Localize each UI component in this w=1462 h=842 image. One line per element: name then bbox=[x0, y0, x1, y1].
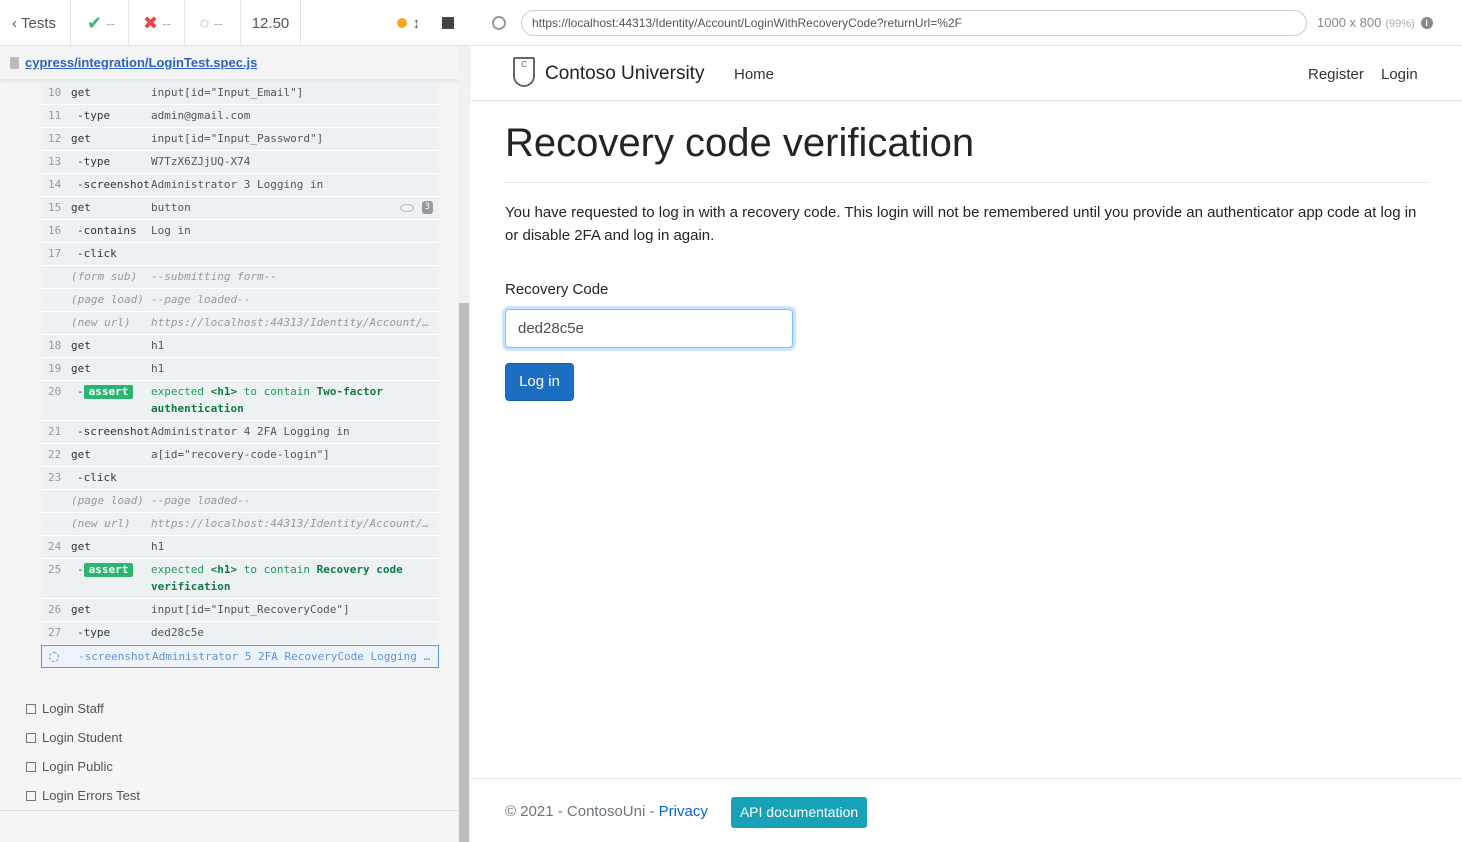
duration: 12.50 bbox=[241, 0, 301, 46]
runner-controls: ↕ bbox=[301, 0, 470, 46]
privacy-link[interactable]: Privacy bbox=[659, 803, 708, 820]
info-paragraph: You have requested to log in with a reco… bbox=[505, 204, 1417, 244]
check-icon: ✔ bbox=[87, 12, 103, 33]
runner-header: ‹ Tests ✔ -- ✖ -- ○ -- 12.50 ↕ bbox=[0, 0, 470, 46]
test-item-login-student[interactable]: Login Student bbox=[0, 723, 458, 752]
cypress-runner-panel: ‹ Tests ✔ -- ✖ -- ○ -- 12.50 ↕ cypress/i… bbox=[0, 0, 470, 842]
element-count-badge: 3 bbox=[421, 201, 433, 214]
spec-file-bar: cypress/integration/LoginTest.spec.js bbox=[0, 46, 470, 80]
failed-count: ✖ -- bbox=[129, 0, 185, 46]
assert-row[interactable]: 20- assert expected <h1> to contain Two-fa… bbox=[41, 381, 439, 421]
event-row[interactable]: (new url) https://localhost:44313/Identit… bbox=[41, 312, 439, 335]
command-row-meta: 3 bbox=[399, 201, 439, 214]
command-row[interactable]: 18 get h1 bbox=[41, 335, 439, 358]
pending-circle-icon: ○ bbox=[199, 12, 210, 33]
page-title: Recovery code verification bbox=[505, 121, 975, 165]
runner-footer bbox=[0, 810, 458, 842]
command-log: 10 get input[id="Input_Email"] 11 -type admi… bbox=[41, 82, 439, 668]
site-navbar: C Contoso University Home Register Login bbox=[471, 47, 1462, 101]
divider bbox=[505, 182, 1427, 183]
command-row[interactable]: 26 get input[id="Input_RecoveryCode"] bbox=[41, 599, 439, 622]
recovery-code-input[interactable] bbox=[505, 309, 793, 348]
test-item-login-staff[interactable]: Login Staff bbox=[0, 694, 458, 723]
auto-scroll-toggle[interactable]: ↕ bbox=[396, 14, 421, 32]
app-under-test: C Contoso University Home Register Login… bbox=[471, 47, 1462, 842]
checkbox-icon bbox=[26, 703, 36, 714]
nav-home-link[interactable]: Home bbox=[734, 66, 774, 83]
command-row[interactable]: 10 get input[id="Input_Email"] bbox=[41, 82, 439, 105]
command-row[interactable]: 14 -screenshot Administrator 3 Logging in bbox=[41, 174, 439, 197]
aut-header: https://localhost:44313/Identity/Account… bbox=[470, 0, 1462, 46]
file-icon bbox=[10, 56, 19, 69]
test-list: Login Staff Login Student Login Public L… bbox=[0, 694, 458, 810]
updown-arrow-icon: ↕ bbox=[412, 14, 421, 32]
command-row[interactable]: 21 -screenshot Administrator 4 2FA Logging… bbox=[41, 421, 439, 444]
checkbox-icon bbox=[26, 790, 36, 801]
url-bar[interactable]: https://localhost:44313/Identity/Account… bbox=[521, 9, 1307, 36]
command-row[interactable]: 27 -type ded28c5e bbox=[41, 622, 439, 645]
event-row[interactable]: (page load) --page loaded-- bbox=[41, 289, 439, 312]
selector-playground-icon[interactable] bbox=[492, 15, 506, 30]
checkbox-icon bbox=[26, 732, 36, 743]
test-item-login-errors[interactable]: Login Errors Test bbox=[0, 781, 458, 810]
info-icon[interactable]: i bbox=[1420, 16, 1433, 29]
command-row[interactable]: 11 -type admin@gmail.com bbox=[41, 105, 439, 128]
command-row[interactable]: 23 -click bbox=[41, 467, 439, 490]
site-footer: © 2021 - ContosoUni - Privacy API docume… bbox=[471, 778, 1462, 842]
footer-text: © 2021 - ContosoUni - Privacy bbox=[505, 803, 708, 820]
assert-badge: assert bbox=[83, 563, 134, 577]
command-row[interactable]: 16 -contains Log in bbox=[41, 220, 439, 243]
api-documentation-button[interactable]: API documentation bbox=[731, 797, 867, 828]
recovery-code-label: Recovery Code bbox=[505, 281, 609, 298]
command-row[interactable]: 15 get button 3 bbox=[41, 197, 439, 220]
tests-back-button[interactable]: ‹ Tests bbox=[0, 0, 71, 46]
command-row[interactable]: 17 -click bbox=[41, 243, 439, 266]
chevron-left-icon: ‹ bbox=[12, 14, 17, 32]
assert-badge: assert bbox=[83, 385, 134, 399]
assert-row[interactable]: 25- assert expected <h1> to contain Recove… bbox=[41, 559, 439, 599]
command-row-active[interactable]: -screenshot Administrator 5 2FA RecoveryC… bbox=[41, 645, 439, 668]
nav-login-link[interactable]: Login bbox=[1381, 66, 1418, 83]
event-row[interactable]: (page load) --page loaded-- bbox=[41, 490, 439, 513]
eye-slash-icon bbox=[399, 203, 414, 212]
passed-count: ✔ -- bbox=[71, 0, 129, 46]
spec-file-link[interactable]: cypress/integration/LoginTest.spec.js bbox=[25, 55, 257, 70]
stop-button[interactable] bbox=[442, 17, 454, 29]
university-crest-icon[interactable]: C bbox=[513, 57, 535, 87]
checkbox-icon bbox=[26, 761, 36, 772]
status-dot-icon bbox=[396, 18, 407, 28]
scrollbar-thumb[interactable] bbox=[459, 303, 469, 842]
tests-label: Tests bbox=[21, 14, 57, 32]
test-item-login-public[interactable]: Login Public bbox=[0, 752, 458, 781]
event-row[interactable]: (form sub) --submitting form-- bbox=[41, 266, 439, 289]
viewport-size: 1000 x 800 (99%) bbox=[1317, 15, 1415, 30]
pending-count: ○ -- bbox=[185, 0, 241, 46]
command-row[interactable]: 13 -type W7TzX6ZJjUQ-X74 bbox=[41, 151, 439, 174]
command-row[interactable]: 22 get a[id="recovery-code-login"] bbox=[41, 444, 439, 467]
nav-register-link[interactable]: Register bbox=[1308, 66, 1364, 83]
brand-link[interactable]: Contoso University bbox=[545, 63, 704, 85]
spinner-icon bbox=[49, 652, 59, 662]
log-in-button[interactable]: Log in bbox=[505, 363, 574, 401]
command-row[interactable]: 19 get h1 bbox=[41, 358, 439, 381]
cross-icon: ✖ bbox=[143, 12, 159, 33]
event-row[interactable]: (new url) https://localhost:44313/Identit… bbox=[41, 513, 439, 536]
command-row[interactable]: 24 get h1 bbox=[41, 536, 439, 559]
command-row[interactable]: 12 get input[id="Input_Password"] bbox=[41, 128, 439, 151]
